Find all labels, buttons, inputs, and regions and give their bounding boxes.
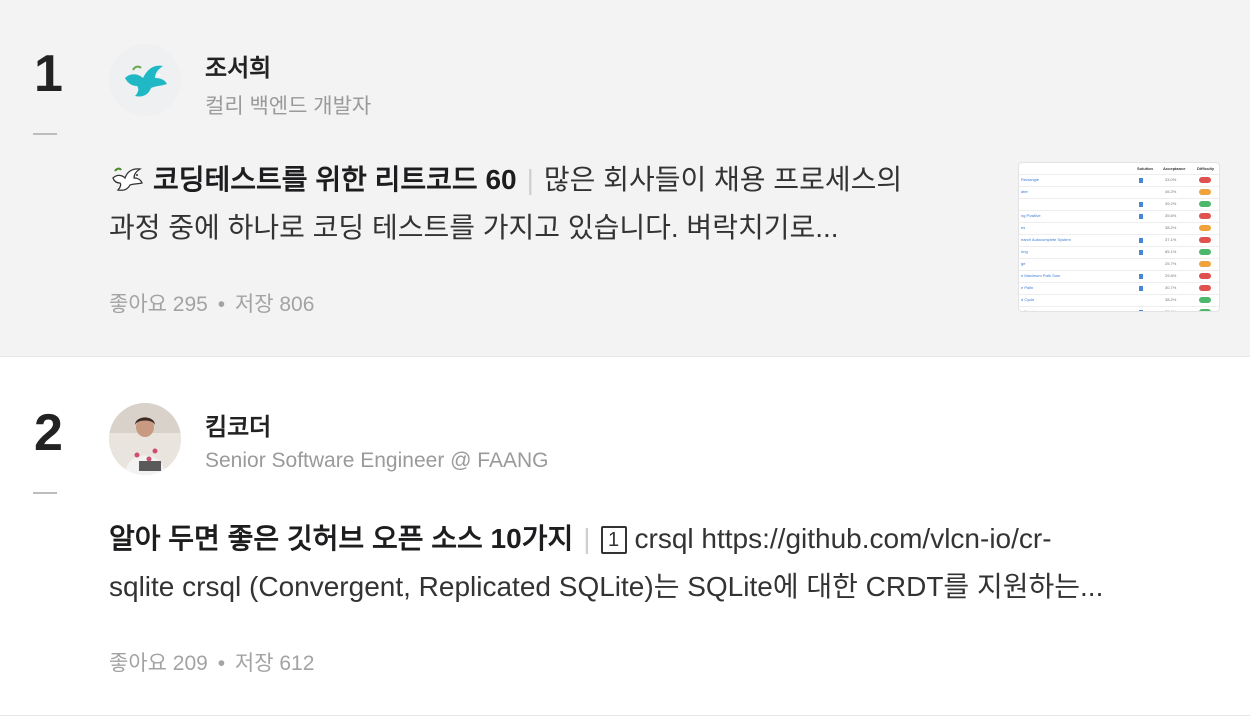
rank-divider xyxy=(33,133,57,135)
document-icon xyxy=(1139,250,1143,255)
thumbnail-row-title: e Numbers xyxy=(1021,309,1041,312)
document-icon xyxy=(1139,178,1143,183)
ranked-post-feed: 1 조서희 컬리 백엔드 개발자 코딩테스트를 위한 리트코드 60 | 많은 회사… xyxy=(0,0,1250,716)
post-title[interactable]: 코딩테스트를 위한 리트코드 60 xyxy=(153,164,517,195)
thumbnail-row-title: ring xyxy=(1021,249,1028,254)
difficulty-badge xyxy=(1199,309,1211,311)
document-icon xyxy=(1139,274,1143,279)
thumbnail-row-title: earch Autocomplete System xyxy=(1021,237,1071,242)
thumbnail-row: e Maximum Path Sum 29.8% xyxy=(1019,270,1219,282)
thumbnail-header-cell: Acceptance xyxy=(1163,166,1186,171)
thumbnail-row: Rectangle 33.0% xyxy=(1019,174,1219,186)
thumbnail-header-cell: Solution xyxy=(1137,166,1153,171)
post-preview-line2: sqlite crsql (Convergent, Replicated SQL… xyxy=(109,571,1104,602)
document-icon xyxy=(1139,286,1143,291)
dove-emoji-icon xyxy=(112,167,143,191)
number-one-badge: 1 xyxy=(600,526,627,554)
thumbnail-row: e Palin 30.7% xyxy=(1019,282,1219,294)
thumbnail-row-acceptance: 33.0% xyxy=(1165,177,1177,182)
author-name[interactable]: 킴코더 xyxy=(205,407,271,442)
rank-number: 1 xyxy=(34,45,63,103)
thumbnail-row-title: ng Positive xyxy=(1021,213,1041,218)
save-count: 저장 806 xyxy=(234,293,315,316)
meta-dot: • xyxy=(217,293,226,316)
avatar[interactable] xyxy=(109,403,181,475)
thumbnail-row-title: e Maximum Path Sum xyxy=(1021,273,1061,278)
thumbnail-row: d Cycle 38.2% xyxy=(1019,294,1219,306)
rank-number: 2 xyxy=(34,404,63,462)
thumbnail-row-acceptance: 30.7% xyxy=(1165,285,1177,290)
post-stats: 좋아요 209 • 저장 612 xyxy=(109,647,314,677)
person-avatar-icon xyxy=(109,403,181,475)
post-thumbnail[interactable]: Solution Acceptance Difficulty Rectangle… xyxy=(1018,162,1220,312)
thumbnail-table-body: Rectangle 33.0% ater 45.2% 39.2% ng Positive 3… xyxy=(1019,174,1219,312)
thumbnail-row-acceptance: 65.1% xyxy=(1165,249,1177,254)
thumbnail-row-title: ge xyxy=(1021,261,1026,266)
thumbnail-row-acceptance: 38.2% xyxy=(1165,297,1177,302)
document-icon xyxy=(1139,310,1143,311)
thumbnail-row-acceptance: 45.2% xyxy=(1165,189,1177,194)
meta-dot: • xyxy=(217,652,226,675)
document-icon xyxy=(1139,214,1143,219)
thumbnail-row-title: e Palin xyxy=(1021,285,1034,290)
thumbnail-header-cell: Difficulty xyxy=(1197,166,1215,171)
thumbnail-row: ring 65.1% xyxy=(1019,246,1219,258)
author-role: 컬리 백엔드 개발자 xyxy=(205,95,372,118)
thumbnail-row: ng Positive 35.6% xyxy=(1019,210,1219,222)
avatar[interactable] xyxy=(109,44,181,116)
thumbnail-row: e Numbers 35.1% xyxy=(1019,306,1219,312)
thumbnail-row: earch Autocomplete System 37.1% xyxy=(1019,234,1219,246)
difficulty-badge xyxy=(1199,249,1211,255)
thumbnail-row: 39.2% xyxy=(1019,198,1219,210)
thumbnail-row: ge 25.7% xyxy=(1019,258,1219,270)
difficulty-badge xyxy=(1199,285,1211,291)
post-preview-line1: crsql https://github.com/vlcn-io/cr- xyxy=(634,523,1052,554)
post-stats: 좋아요 295 • 저장 806 xyxy=(109,288,314,318)
thumbnail-row-acceptance: 38.2% xyxy=(1165,225,1177,230)
like-count: 좋아요 295 xyxy=(109,293,208,316)
author-name[interactable]: 조서희 xyxy=(205,48,271,83)
thumbnail-row-acceptance: 29.8% xyxy=(1165,273,1177,278)
title-separator: | xyxy=(583,523,591,554)
thumbnail-row: es 38.2% xyxy=(1019,222,1219,234)
difficulty-badge xyxy=(1199,261,1211,267)
difficulty-badge xyxy=(1199,297,1211,303)
like-count: 좋아요 209 xyxy=(109,652,208,675)
feed-item[interactable]: 2 킴코더 Senior Software Engineer @ FAANG 알… xyxy=(0,359,1250,716)
author-role: Senior Software Engineer @ FAANG xyxy=(205,449,549,472)
thumbnail-row-acceptance: 25.7% xyxy=(1165,261,1177,266)
thumbnail-row: ater 45.2% xyxy=(1019,186,1219,198)
thumbnail-row-title: Rectangle xyxy=(1021,177,1040,182)
thumbnail-row-acceptance: 37.1% xyxy=(1165,237,1177,242)
difficulty-badge xyxy=(1199,189,1211,195)
thumbnail-row-title: d Cycle xyxy=(1021,297,1035,302)
thumbnail-row-acceptance: 35.1% xyxy=(1165,309,1177,312)
post-title[interactable]: 알아 두면 좋은 깃허브 오픈 소스 10가지 xyxy=(109,523,573,554)
difficulty-badge xyxy=(1199,225,1211,231)
title-separator: | xyxy=(526,164,534,195)
thumbnail-row-title: es xyxy=(1021,225,1026,230)
thumbnail-row-title: ater xyxy=(1021,189,1028,194)
dove-avatar-icon xyxy=(109,44,181,116)
document-icon xyxy=(1139,202,1143,207)
post-snippet[interactable]: 알아 두면 좋은 깃허브 오픈 소스 10가지 | 1 crsql https://g… xyxy=(109,515,1229,611)
post-snippet[interactable]: 코딩테스트를 위한 리트코드 60 | 많은 회사들이 채용 프로세스의 과정 중에… xyxy=(109,156,989,252)
difficulty-badge xyxy=(1199,213,1211,219)
difficulty-badge xyxy=(1199,177,1211,183)
document-icon xyxy=(1139,238,1143,243)
thumbnail-table-header: Solution Acceptance Difficulty xyxy=(1019,163,1219,174)
thumbnail-row-acceptance: 39.2% xyxy=(1165,201,1177,206)
difficulty-badge xyxy=(1199,273,1211,279)
feed-item[interactable]: 1 조서희 컬리 백엔드 개발자 코딩테스트를 위한 리트코드 60 | 많은 회사… xyxy=(0,0,1250,357)
save-count: 저장 612 xyxy=(234,652,315,675)
rank-divider xyxy=(33,492,57,494)
post-preview-line2: 과정 중에 하나로 코딩 테스트를 가지고 있습니다. 벼락치기로... xyxy=(109,212,839,243)
post-preview-line1: 많은 회사들이 채용 프로세스의 xyxy=(543,164,903,195)
thumbnail-row-acceptance: 35.6% xyxy=(1165,213,1177,218)
difficulty-badge xyxy=(1199,201,1211,207)
difficulty-badge xyxy=(1199,237,1211,243)
